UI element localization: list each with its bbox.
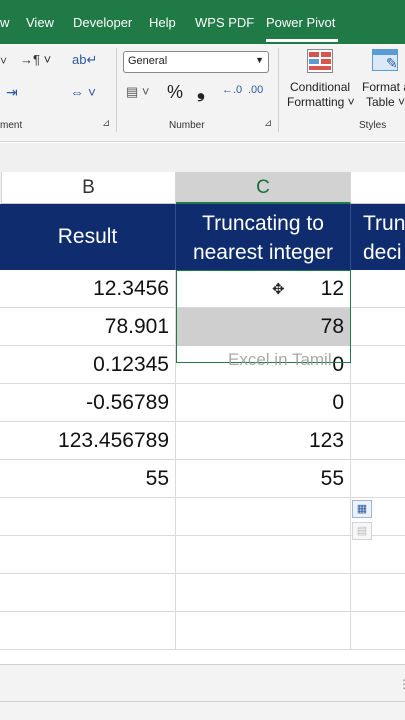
paragraph-icon[interactable]: →¶ ˅ xyxy=(20,52,51,67)
result-cell[interactable]: 12.3456 xyxy=(0,270,176,308)
sheet-scroll-handle-icon[interactable]: ⋮ xyxy=(398,677,405,691)
menu-view[interactable]: View xyxy=(26,15,54,30)
number-group-label: Number xyxy=(169,120,205,131)
header-truncating-line2: nearest integer xyxy=(192,241,334,264)
conditional-formatting-icon[interactable] xyxy=(307,49,333,73)
table-row: 0.12345 0 xyxy=(0,346,405,384)
format-as-table-label-1[interactable]: Format a xyxy=(362,80,405,94)
result-cell[interactable]: -0.56789 xyxy=(0,384,176,422)
conditional-formatting-label-2[interactable]: Formatting ˅ xyxy=(287,95,355,109)
paste-options-icon[interactable]: ▤ xyxy=(352,522,372,540)
formula-bar-area xyxy=(0,143,405,172)
empty-row xyxy=(0,574,405,612)
number-format-dropdown[interactable]: General ▼ xyxy=(123,51,269,73)
table-row: 123.456789 123 xyxy=(0,422,405,460)
sheet-tab-bar: ⋮ xyxy=(0,664,405,720)
ribbon: ˅ →¶ ˅ ⇥ ab↵ ⇔ ˅ ment ⊿ General ▼ ▤ ˅ % … xyxy=(0,44,405,142)
watermark-text: Excel in Tamil xyxy=(228,350,332,369)
cursor-cross-icon: ✥ xyxy=(272,281,285,298)
result-cell[interactable]: 55 xyxy=(0,460,176,498)
empty-cell[interactable] xyxy=(0,574,176,612)
header-truncating[interactable]: Truncating to nearest integer xyxy=(176,204,351,270)
next-cell[interactable] xyxy=(351,308,405,346)
indent-icon[interactable]: ⇥ xyxy=(6,84,18,101)
menu-help[interactable]: Help xyxy=(149,15,176,30)
divider xyxy=(0,701,405,702)
menu-bar: w View Developer Help WPS PDF Power Pivo… xyxy=(0,0,405,44)
header-next-line1: Trun xyxy=(363,212,405,235)
header-result[interactable]: Result xyxy=(0,204,176,270)
format-as-table-icon[interactable]: ✎ xyxy=(372,49,400,73)
truncated-cell[interactable]: 12 xyxy=(176,270,351,308)
table-row: -0.56789 0 xyxy=(0,384,405,422)
empty-cell[interactable] xyxy=(0,536,176,574)
header-next-line2: deci xyxy=(363,241,402,264)
menu-developer[interactable]: Developer xyxy=(73,15,132,30)
truncated-cell[interactable]: 55 xyxy=(176,460,351,498)
empty-cell[interactable] xyxy=(0,612,176,650)
table-row: 55 55 xyxy=(0,460,405,498)
format-as-table-label-2[interactable]: Table ˅ xyxy=(366,95,405,109)
next-cell[interactable] xyxy=(351,384,405,422)
table-row: 12.3456 12 ✥ xyxy=(0,270,405,308)
separator xyxy=(116,48,117,132)
table-row: 78.901 78 xyxy=(0,308,405,346)
result-cell[interactable]: 78.901 xyxy=(0,308,176,346)
column-header-b[interactable]: B xyxy=(2,172,176,204)
truncated-cell[interactable]: 78 xyxy=(176,308,351,346)
empty-row xyxy=(0,612,405,650)
accounting-format-icon[interactable]: ▤ ˅ xyxy=(126,84,150,100)
header-next-column[interactable]: Trun deci xyxy=(351,204,405,270)
header-truncating-line1: Truncating to xyxy=(202,212,324,235)
result-cell[interactable]: 123.456789 xyxy=(0,422,176,460)
empty-cell[interactable] xyxy=(0,498,176,536)
next-cell[interactable] xyxy=(351,422,405,460)
truncated-cell[interactable]: 123 xyxy=(176,422,351,460)
empty-row xyxy=(0,498,405,536)
decrease-decimal-icon[interactable]: .00 xyxy=(248,84,263,96)
conditional-formatting-label-1[interactable]: Conditional xyxy=(290,80,350,94)
styles-group-label: Styles xyxy=(359,120,387,131)
menu-wps-pdf[interactable]: WPS PDF xyxy=(195,15,254,30)
separator xyxy=(278,48,279,132)
quick-analysis-icon[interactable]: ▦ xyxy=(352,500,372,518)
wrap-text-icon[interactable]: ab↵ xyxy=(72,52,97,68)
column-headers: B C xyxy=(0,172,405,204)
next-cell[interactable] xyxy=(351,346,405,384)
merge-center-icon[interactable]: ⇔ ˅ xyxy=(70,84,96,100)
next-cell[interactable] xyxy=(351,460,405,498)
column-header-d[interactable] xyxy=(351,172,405,204)
menu-underline xyxy=(266,39,338,42)
menu-power-pivot[interactable]: Power Pivot xyxy=(266,15,335,30)
empty-cell[interactable] xyxy=(176,612,351,650)
indent-chevron-icon[interactable]: ˅ xyxy=(0,54,7,68)
comma-style-icon[interactable]: ❟ xyxy=(197,80,205,103)
next-cell[interactable] xyxy=(351,270,405,308)
increase-decimal-icon[interactable]: ←.0 xyxy=(222,84,242,96)
result-cell[interactable]: 0.12345 xyxy=(0,346,176,384)
empty-row xyxy=(0,536,405,574)
menu-view-partial[interactable]: w xyxy=(0,15,9,30)
number-format-value: General xyxy=(128,55,168,67)
truncated-cell[interactable]: 0 xyxy=(176,384,351,422)
empty-cell[interactable] xyxy=(176,498,351,536)
percent-style-icon[interactable]: % xyxy=(167,82,183,103)
empty-cell[interactable] xyxy=(176,574,351,612)
chevron-down-icon: ▼ xyxy=(255,55,264,65)
alignment-group-label: ment xyxy=(0,120,23,131)
spreadsheet-grid: Result Truncating to nearest integer Tru… xyxy=(0,204,405,664)
number-launcher-icon[interactable]: ⊿ xyxy=(264,118,272,129)
alignment-launcher-icon[interactable]: ⊿ xyxy=(102,118,110,129)
column-header-c[interactable]: C xyxy=(176,172,351,204)
header-result-label: Result xyxy=(57,225,118,248)
empty-cell[interactable] xyxy=(176,536,351,574)
